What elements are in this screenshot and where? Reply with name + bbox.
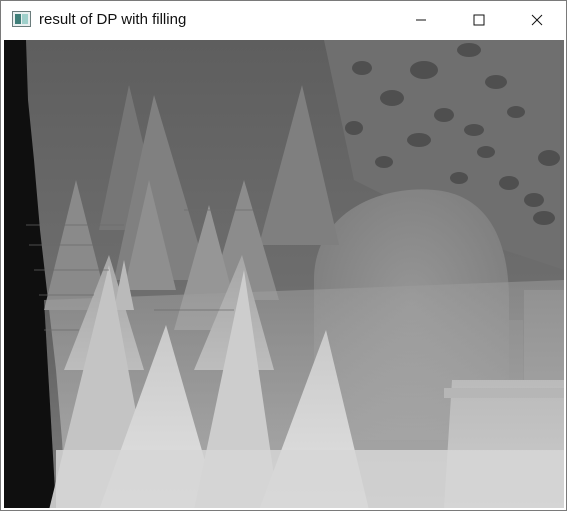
app-icon[interactable] <box>12 11 31 27</box>
app-window: result of DP with filling <box>0 0 567 511</box>
title-bar[interactable]: result of DP with filling <box>1 1 566 39</box>
minimize-icon <box>416 19 426 21</box>
disparity-image <box>4 40 564 508</box>
maximize-button[interactable] <box>456 1 502 39</box>
close-button[interactable] <box>514 1 560 39</box>
maximize-icon <box>473 14 485 26</box>
window-title: result of DP with filling <box>39 11 187 28</box>
minimize-button[interactable] <box>398 1 444 39</box>
close-icon <box>531 14 543 26</box>
disparity-image-render <box>4 40 564 508</box>
